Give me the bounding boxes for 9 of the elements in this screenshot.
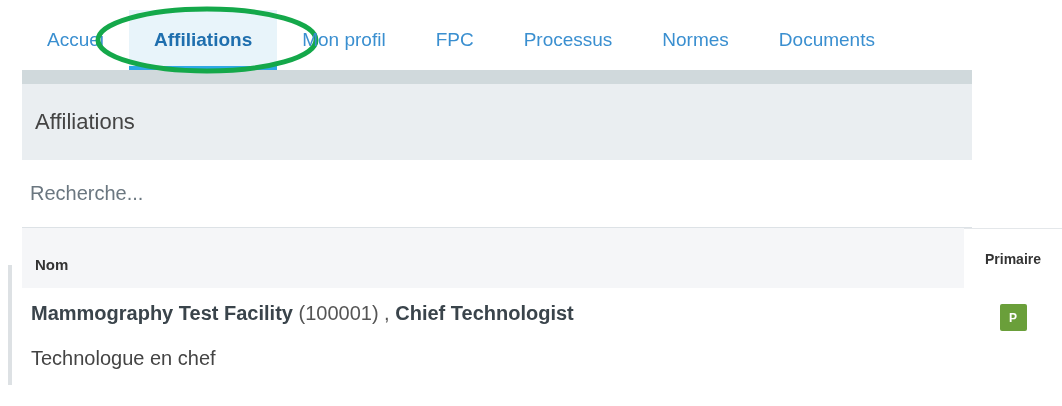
nav-tab[interactable]: Processus: [498, 10, 638, 70]
primary-badge: P: [999, 304, 1027, 331]
nav-tab[interactable]: Documents: [753, 10, 900, 70]
column-header: Nom: [22, 228, 964, 288]
nav-tab[interactable]: FPC: [410, 10, 499, 70]
nav-tab[interactable]: Normes: [637, 10, 754, 70]
affiliation-name: Mammography Test Facility (100001) , Chief Technologist: [31, 302, 575, 325]
affiliation-subtitle: Technologue en chef: [31, 347, 217, 370]
panel-title: Affiliations: [35, 109, 135, 135]
